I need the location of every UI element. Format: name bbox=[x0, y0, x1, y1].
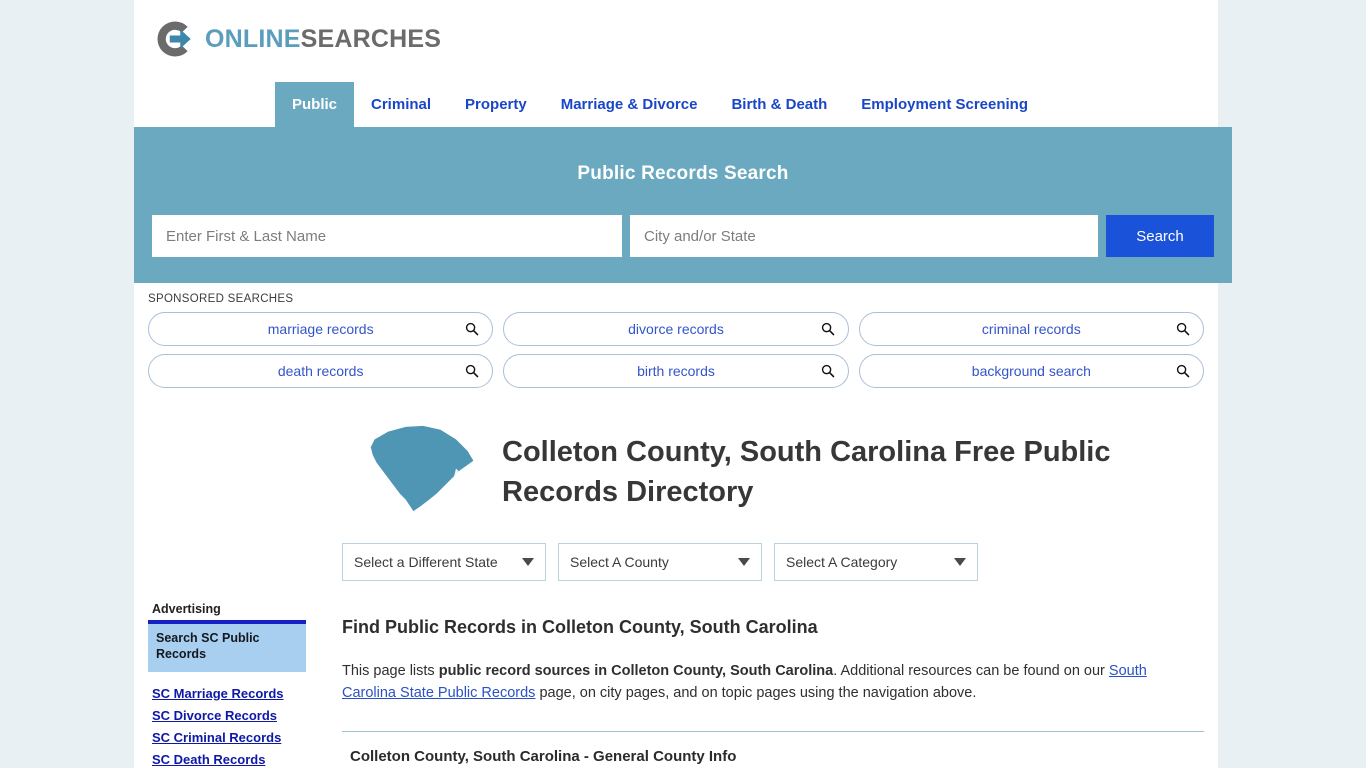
paragraph-part-2: . Additional resources can be found on o… bbox=[833, 663, 1109, 679]
main-navigation: Public Criminal Property Marriage & Divo… bbox=[134, 82, 1218, 127]
sponsored-pill-death-records[interactable]: death records bbox=[148, 354, 494, 388]
city-state-search-input[interactable] bbox=[630, 215, 1098, 257]
select-county-value: Select A County bbox=[570, 554, 669, 570]
sidebar-link-sc-divorce-records[interactable]: SC Divorce Records bbox=[152, 708, 314, 723]
select-category-dropdown[interactable]: Select A Category bbox=[774, 543, 978, 581]
search-icon bbox=[1176, 322, 1190, 336]
search-icon bbox=[821, 364, 834, 378]
page-root: ONLINESEARCHES Public Criminal Property … bbox=[0, 0, 1366, 768]
logo-word-online: ONLINE bbox=[205, 24, 301, 53]
south-carolina-state-map-icon bbox=[370, 425, 474, 512]
nav-item-birth-death[interactable]: Birth & Death bbox=[714, 82, 844, 127]
public-records-search-band: Public Records Search Search bbox=[134, 127, 1232, 283]
sidebar-link-sc-marriage-records[interactable]: SC Marriage Records bbox=[152, 686, 314, 701]
general-county-info-heading: Colleton County, South Carolina - Genera… bbox=[350, 747, 737, 765]
logo-word-searches: SEARCHES bbox=[300, 24, 442, 53]
circle-arrow-logo-icon bbox=[157, 21, 191, 57]
site-header: ONLINESEARCHES bbox=[134, 0, 1218, 82]
page-title: Colleton County, South Carolina Free Pub… bbox=[502, 436, 1111, 509]
sidebar-links: SC Marriage Records SC Divorce Records S… bbox=[148, 686, 314, 768]
filter-selects: Select a Different State Select A County… bbox=[342, 543, 1204, 581]
site-container: ONLINESEARCHES Public Criminal Property … bbox=[134, 0, 1232, 768]
find-records-heading: Find Public Records in Colleton County, … bbox=[342, 617, 818, 637]
state-map-wrapper bbox=[338, 416, 484, 514]
search-submit-button[interactable]: Search bbox=[1106, 215, 1214, 257]
sponsored-pill-grid: marriage records divorce records crimina… bbox=[148, 312, 1204, 388]
sponsored-pill-label: criminal records bbox=[981, 321, 1081, 337]
intro-paragraph: This page lists public record sources in… bbox=[342, 660, 1187, 705]
main-content: Colleton County, South Carolina Free Pub… bbox=[314, 404, 1218, 768]
search-icon bbox=[466, 364, 479, 378]
select-county-dropdown[interactable]: Select A County bbox=[558, 543, 762, 581]
logo-wordmark: ONLINESEARCHES bbox=[205, 24, 442, 53]
advertising-label: Advertising bbox=[152, 602, 221, 616]
sponsored-pill-label: divorce records bbox=[628, 321, 724, 337]
sponsored-pill-criminal-records[interactable]: criminal records bbox=[858, 312, 1204, 346]
ad-box[interactable]: Search SC Public Records bbox=[148, 620, 306, 672]
nav-item-marriage-divorce[interactable]: Marriage & Divorce bbox=[544, 82, 715, 127]
select-state-value: Select a Different State bbox=[354, 554, 498, 570]
paragraph-part-1: This page lists bbox=[342, 663, 439, 679]
ad-box-text: Search SC Public Records bbox=[156, 631, 260, 662]
sponsored-pill-label: death records bbox=[277, 363, 364, 379]
search-band-title: Public Records Search bbox=[577, 163, 789, 184]
sidebar: Advertising Search SC Public Records SC … bbox=[134, 404, 314, 768]
section-divider bbox=[342, 730, 1204, 732]
chevron-down-icon bbox=[954, 558, 966, 566]
site-logo[interactable]: ONLINESEARCHES bbox=[154, 18, 1218, 60]
page-title-row: Colleton County, South Carolina Free Pub… bbox=[338, 404, 1204, 514]
sponsored-pill-divorce-records[interactable]: divorce records bbox=[503, 312, 849, 346]
sponsored-pill-marriage-records[interactable]: marriage records bbox=[148, 312, 494, 346]
sidebar-link-sc-death-records[interactable]: SC Death Records bbox=[152, 752, 314, 767]
paragraph-bold: public record sources in Colleton County… bbox=[438, 663, 834, 679]
nav-item-employment-screening[interactable]: Employment Screening bbox=[844, 82, 1045, 127]
sidebar-link-sc-criminal-records[interactable]: SC Criminal Records bbox=[152, 730, 314, 745]
paragraph-part-3: page, on city pages, and on topic pages … bbox=[535, 685, 977, 702]
search-icon bbox=[821, 322, 834, 336]
search-icon bbox=[466, 322, 479, 336]
nav-item-public[interactable]: Public bbox=[275, 82, 355, 127]
sponsored-pill-label: birth records bbox=[637, 363, 715, 379]
nav-item-criminal[interactable]: Criminal bbox=[354, 82, 448, 127]
sponsored-pill-birth-records[interactable]: birth records bbox=[503, 354, 849, 388]
chevron-down-icon bbox=[738, 558, 750, 566]
chevron-down-icon bbox=[522, 558, 534, 566]
nav-item-property[interactable]: Property bbox=[448, 82, 544, 127]
sponsored-searches-label: SPONSORED SEARCHES bbox=[148, 293, 294, 305]
sponsored-pill-label: background search bbox=[971, 363, 1091, 379]
select-category-value: Select A Category bbox=[786, 554, 898, 570]
search-form: Search bbox=[152, 215, 1214, 257]
select-state-dropdown[interactable]: Select a Different State bbox=[342, 543, 546, 581]
sponsored-searches-section: SPONSORED SEARCHES marriage records divo… bbox=[134, 283, 1218, 396]
content-body: Advertising Search SC Public Records SC … bbox=[134, 396, 1218, 768]
name-search-input[interactable] bbox=[152, 215, 622, 257]
sponsored-pill-background-search[interactable]: background search bbox=[858, 354, 1204, 388]
search-icon bbox=[1176, 364, 1190, 378]
sponsored-pill-label: marriage records bbox=[267, 321, 374, 337]
